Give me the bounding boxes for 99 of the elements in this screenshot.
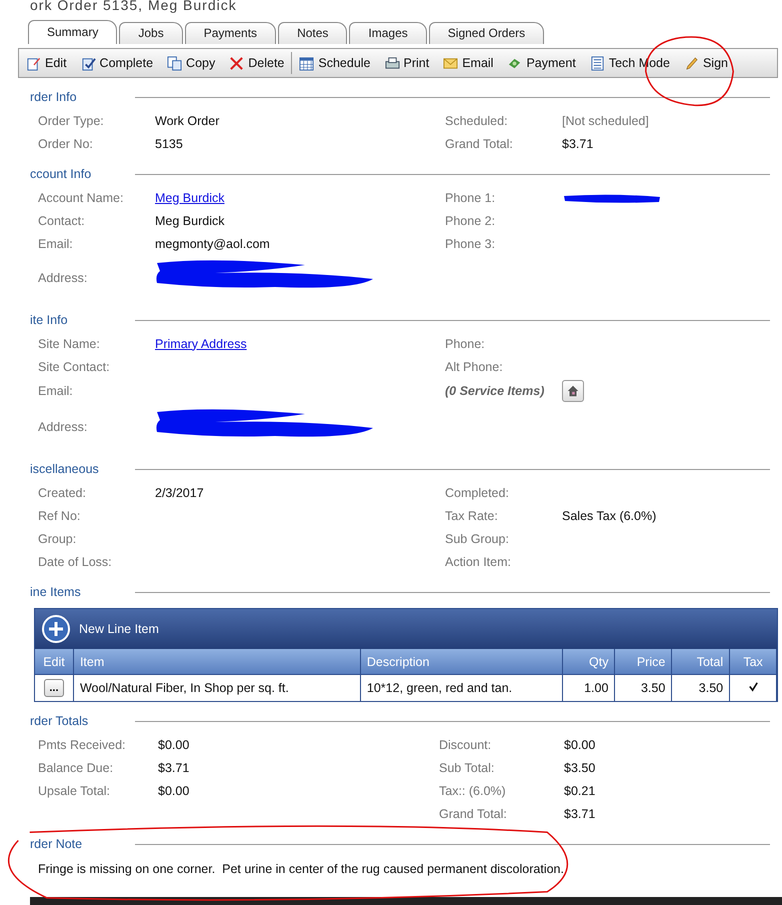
field-value: Sales Tax (6.0%) — [562, 508, 656, 522]
field-label: Pmts Received: — [38, 738, 126, 752]
column-header: Item — [73, 649, 360, 674]
table-cell: 3.50 — [614, 674, 672, 701]
field-label: Sub Group: — [445, 532, 509, 546]
table-cell: Wool/Natural Fiber, In Shop per sq. ft. — [73, 674, 360, 701]
table-cell: 10*12, green, red and tan. — [360, 674, 562, 701]
field-label: Balance Due: — [38, 760, 114, 774]
field-link[interactable]: Primary Address — [155, 336, 247, 350]
field-label: Action Item: — [445, 554, 511, 568]
field-label: Site Contact: — [38, 360, 110, 374]
section-heading: rder Info — [30, 90, 78, 104]
section-heading: ccount Info — [30, 167, 92, 181]
service-items-count: (0 Service Items) — [445, 384, 544, 398]
toolbar-button[interactable]: Complete — [74, 51, 160, 75]
toolbar-button[interactable]: Edit — [19, 51, 74, 75]
column-header: Total — [672, 649, 730, 674]
field-value: Work Order — [155, 114, 220, 128]
tab[interactable]: Jobs — [119, 22, 183, 44]
toolbar-button[interactable]: Print — [378, 51, 436, 75]
document-icon — [80, 56, 96, 70]
field-value: $3.71 — [562, 136, 594, 150]
field-label: Phone 2: — [445, 214, 496, 228]
cross-icon — [229, 56, 244, 70]
field-label: Discount: — [439, 738, 492, 752]
field-value: $3.71 — [158, 760, 190, 774]
table-cell: 3.50 — [672, 674, 730, 701]
section-heading: rder Note — [30, 837, 84, 851]
tab[interactable]: Images — [349, 22, 427, 44]
field-label: Address: — [38, 271, 88, 285]
field-label: Contact: — [38, 214, 85, 228]
tab[interactable]: Summary — [28, 20, 118, 44]
field-label: Address: — [38, 420, 88, 434]
field-label: Date of Loss: — [38, 554, 112, 568]
section-heading: iscellaneous — [30, 462, 100, 476]
column-header: Description — [360, 649, 562, 674]
order-note: Fringe is missing on one corner. Pet urine in center of the rug caused permanent discoloration. — [38, 862, 564, 876]
field-value: 2/3/2017 — [155, 486, 204, 500]
section-heading: ite Info — [30, 313, 69, 327]
field-label: Upsale Total: — [38, 784, 110, 798]
window-title: ork Order 5135, Meg Burdick — [29, 0, 238, 15]
field-label: Order No: — [38, 136, 93, 150]
field-value: megmonty@aol.com — [155, 236, 270, 250]
toolbar-button[interactable]: Delete — [222, 51, 292, 75]
toolbar-button[interactable]: Schedule — [292, 51, 378, 75]
column-header: Price — [614, 649, 672, 674]
field-label: Grand Total: — [445, 136, 513, 150]
tab[interactable]: Signed Orders — [428, 22, 544, 44]
field-label: Site Name: — [38, 336, 100, 350]
field-label: Group: — [38, 532, 76, 546]
plus-icon — [41, 614, 71, 644]
field-label: Alt Phone: — [445, 360, 503, 374]
edit-row-button[interactable]: ... — [44, 679, 64, 697]
table-cell: 1.00 — [562, 674, 615, 701]
new-line-item-button[interactable]: New Line Item — [35, 614, 165, 644]
field-label: Phone 3: — [445, 236, 496, 250]
field-label: Ref No: — [38, 508, 80, 522]
document-icon — [26, 56, 41, 70]
field-value: [Not scheduled] — [562, 114, 649, 128]
pencil-icon — [684, 56, 699, 70]
field-label: Tax:: (6.0%) — [439, 784, 506, 798]
envelope-icon — [443, 56, 458, 70]
tab[interactable]: Notes — [278, 22, 348, 44]
column-header: Edit — [35, 649, 74, 674]
toolbar-button[interactable]: Email — [436, 51, 500, 75]
field-value: $0.00 — [158, 738, 190, 752]
field-label: Phone: — [445, 336, 485, 350]
field-label: Completed: — [445, 486, 509, 500]
field-label: Email: — [38, 236, 73, 250]
field-label: Scheduled: — [445, 114, 508, 128]
list-icon — [590, 56, 605, 70]
tab[interactable]: Payments — [184, 22, 276, 44]
calendar-icon — [299, 56, 314, 70]
column-header: Tax — [730, 649, 776, 674]
section-heading: ine Items — [30, 585, 82, 599]
field-value: Meg Burdick — [155, 214, 224, 228]
section-heading: rder Totals — [30, 714, 90, 728]
home-button[interactable] — [562, 380, 584, 402]
field-label: Sub Total: — [439, 760, 494, 774]
printer-icon — [384, 56, 400, 70]
field-label: Email: — [38, 384, 73, 398]
pages-icon — [167, 56, 182, 70]
field-value: $0.00 — [158, 784, 190, 798]
field-label: Created: — [38, 486, 86, 500]
field-label: Order Type: — [38, 114, 104, 128]
field-label: Account Name: — [38, 190, 124, 204]
column-header: Qty — [562, 649, 615, 674]
field-link[interactable]: Meg Burdick — [155, 190, 224, 204]
field-value: 5135 — [155, 136, 183, 150]
toolbar-button[interactable]: Copy — [160, 51, 222, 75]
field-value: $0.00 — [564, 738, 596, 752]
field-label: Phone 1: — [445, 190, 496, 204]
field-value: $3.71 — [564, 806, 596, 820]
toolbar-button[interactable]: Payment — [500, 51, 583, 75]
field-label: Grand Total: — [439, 806, 507, 820]
house-icon — [566, 384, 580, 398]
field-value: $0.21 — [564, 784, 596, 798]
field-value: $3.50 — [564, 760, 596, 774]
field-label: Tax Rate: — [445, 508, 498, 522]
